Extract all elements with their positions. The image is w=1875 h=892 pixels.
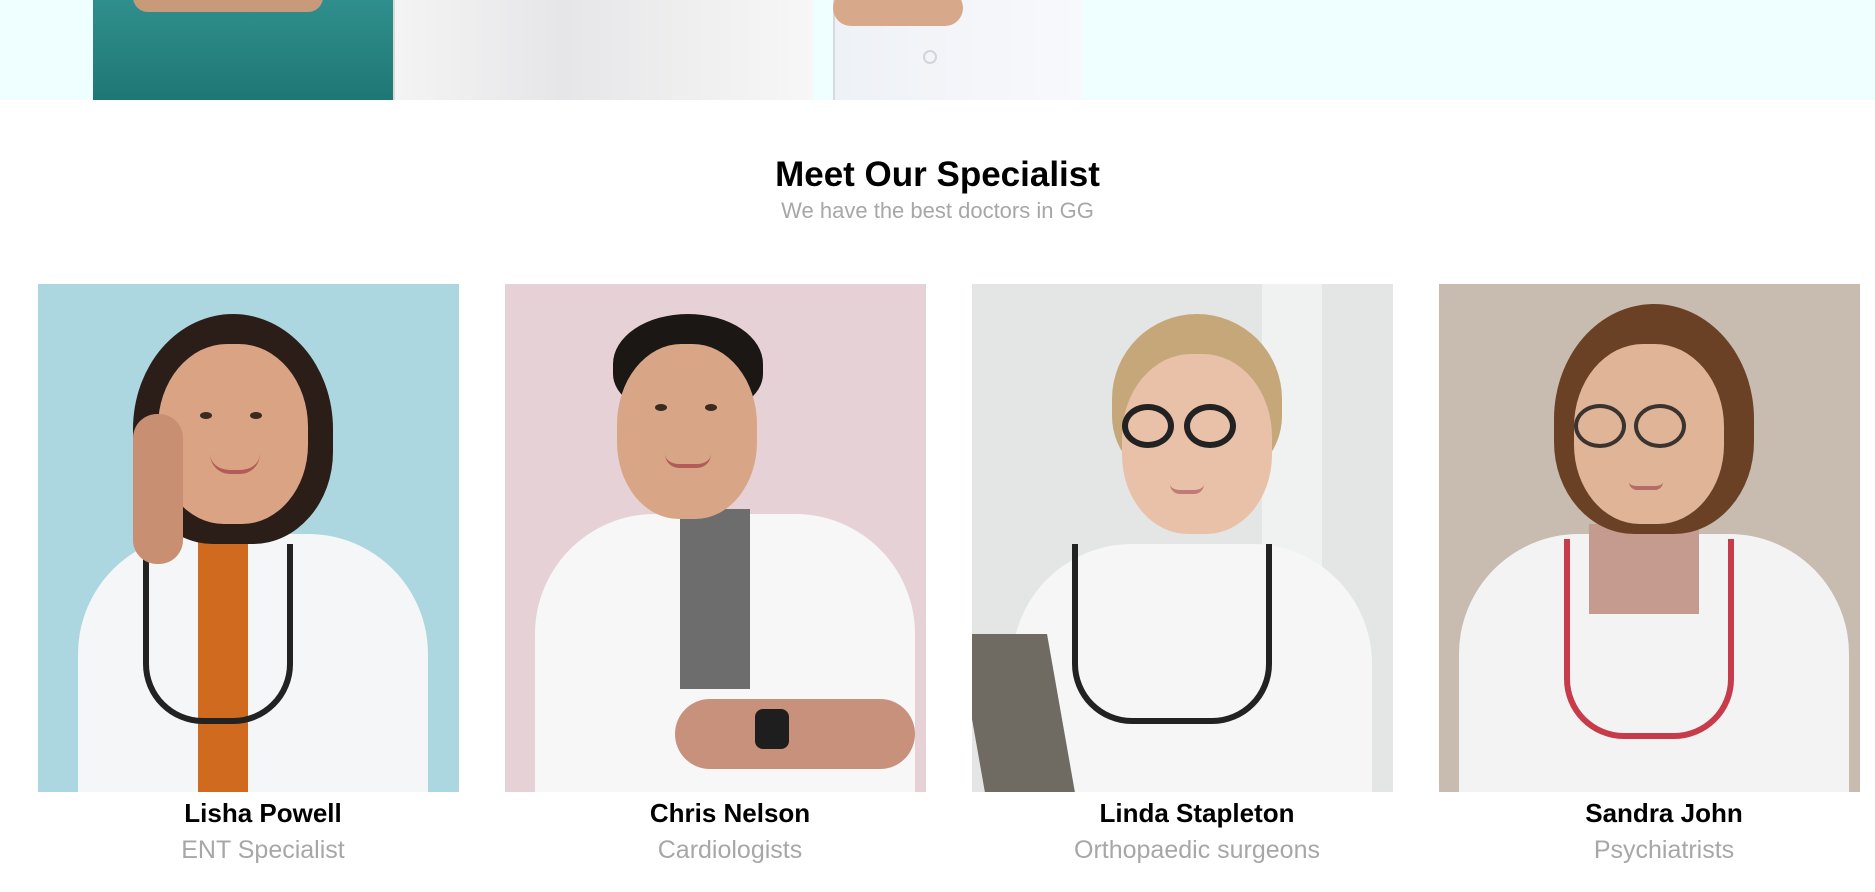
specialist-role: Orthopaedic surgeons bbox=[1074, 836, 1320, 864]
specialist-photo bbox=[38, 284, 459, 792]
specialist-card[interactable]: Sandra John Psychiatrists bbox=[1439, 284, 1860, 864]
specialist-photo bbox=[505, 284, 926, 792]
hero-doctors-image bbox=[93, 0, 1083, 100]
specialist-role: ENT Specialist bbox=[181, 836, 345, 864]
hero-banner bbox=[0, 0, 1875, 100]
specialist-photo bbox=[972, 284, 1393, 792]
specialist-photo bbox=[1439, 284, 1860, 792]
specialist-role: Psychiatrists bbox=[1593, 836, 1735, 864]
specialist-name: Chris Nelson bbox=[649, 798, 811, 828]
specialist-name: Lisha Powell bbox=[184, 798, 342, 828]
specialist-card[interactable]: Linda Stapleton Orthopaedic surgeons bbox=[972, 284, 1393, 864]
specialist-card[interactable]: Chris Nelson Cardiologists bbox=[505, 284, 926, 864]
specialist-role: Cardiologists bbox=[657, 836, 803, 864]
specialist-name: Linda Stapleton bbox=[1099, 798, 1295, 828]
specialist-card[interactable]: Lisha Powell ENT Specialist bbox=[38, 284, 459, 864]
section-title: Meet Our Specialist bbox=[775, 155, 1100, 194]
specialist-name: Sandra John bbox=[1585, 798, 1743, 828]
section-subtitle: We have the best doctors in GG bbox=[781, 198, 1094, 223]
